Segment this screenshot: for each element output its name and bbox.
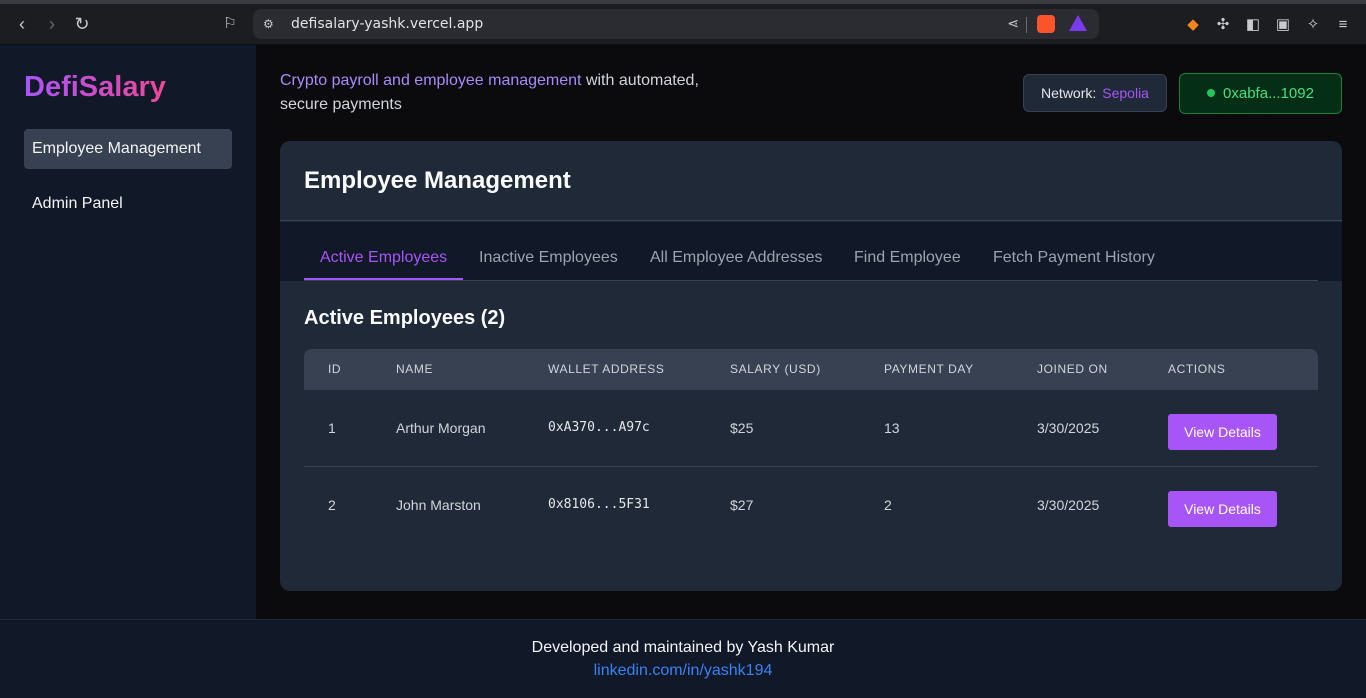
footer: Developed and maintained by Yash Kumar l…	[0, 619, 1366, 698]
table-row: 1 Arthur Morgan 0xA370...A97c $25 13 3/3…	[304, 390, 1318, 467]
browser-toolbar: ‹ › ↻ ⚐ ⚙ defisalary-yashk.vercel.app ⋖ …	[0, 0, 1366, 45]
share-icon[interactable]: ⋖	[1007, 15, 1019, 32]
network-badge[interactable]: Network: Sepolia	[1023, 74, 1167, 112]
cell-name: John Marston	[396, 497, 481, 513]
sidebar-item-employee-management[interactable]: Employee Management	[24, 129, 232, 169]
wallet-address: 0xabfa...1092	[1223, 85, 1314, 102]
extensions-icon[interactable]: ✣	[1214, 16, 1232, 34]
cell-joined: 3/30/2025	[1037, 420, 1100, 436]
column-header-actions: ACTIONS	[1168, 362, 1226, 376]
page-title: Employee Management	[304, 167, 571, 194]
card-header: Employee Management	[280, 141, 1342, 221]
connected-wallet-button[interactable]: 0xabfa...1092	[1179, 73, 1342, 114]
cell-name: Arthur Morgan	[396, 420, 486, 436]
tab-find-employee[interactable]: Find Employee	[854, 222, 961, 280]
column-header-joined: JOINED ON	[1037, 362, 1108, 376]
linkedin-link[interactable]: linkedin.com/in/yashk194	[0, 662, 1366, 680]
tagline: Crypto payroll and employee management w…	[280, 69, 720, 117]
url-text[interactable]: defisalary-yashk.vercel.app	[291, 16, 483, 32]
wallet-icon[interactable]: ▣	[1274, 16, 1292, 34]
view-details-button[interactable]: View Details	[1168, 491, 1277, 527]
metamask-icon[interactable]: ◆	[1184, 16, 1202, 34]
view-details-button[interactable]: View Details	[1168, 414, 1277, 450]
table-row: 2 John Marston 0x8106...5F31 $27 2 3/30/…	[304, 467, 1318, 542]
sidebar-item-admin-panel[interactable]: Admin Panel	[24, 184, 232, 224]
tab-active-employees[interactable]: Active Employees	[304, 222, 464, 280]
leo-icon[interactable]: ✧	[1304, 16, 1322, 34]
cell-joined: 3/30/2025	[1037, 497, 1100, 513]
column-header-id: ID	[328, 362, 342, 376]
tab-fetch-payment-history[interactable]: Fetch Payment History	[993, 222, 1155, 280]
sidebar-icon[interactable]: ◧	[1244, 16, 1262, 34]
reload-icon[interactable]: ↻	[71, 13, 93, 35]
address-bar[interactable]: ⚙ defisalary-yashk.vercel.app ⋖	[253, 9, 1099, 39]
brave-rewards-icon[interactable]	[1069, 15, 1087, 31]
bookmark-icon[interactable]: ⚐	[219, 13, 241, 35]
main-content: Crypto payroll and employee management w…	[256, 45, 1366, 619]
cell-id: 1	[328, 420, 336, 436]
divider	[1026, 17, 1027, 33]
cell-id: 2	[328, 497, 336, 513]
network-value: Sepolia	[1102, 85, 1149, 101]
column-header-payment-day: PAYMENT DAY	[884, 362, 974, 376]
cell-payment-day: 2	[884, 497, 892, 513]
section-title: Active Employees (2)	[304, 307, 506, 329]
tab-underline	[304, 280, 1318, 281]
tab-all-employee-addresses[interactable]: All Employee Addresses	[650, 222, 823, 280]
cell-salary: $27	[730, 497, 754, 513]
brave-shield-icon[interactable]	[1037, 15, 1055, 33]
forward-icon[interactable]: ›	[41, 13, 63, 35]
site-settings-icon[interactable]: ⚙	[263, 16, 279, 32]
tab-bar: Active Employees Inactive Employees All …	[280, 222, 1342, 281]
menu-icon[interactable]: ≡	[1334, 16, 1352, 34]
back-icon[interactable]: ‹	[11, 13, 33, 35]
column-header-salary: SALARY (USD)	[730, 362, 821, 376]
tab-inactive-employees[interactable]: Inactive Employees	[479, 222, 618, 280]
column-header-name: NAME	[396, 362, 434, 376]
employees-table: ID NAME WALLET ADDRESS SALARY (USD) PAYM…	[304, 349, 1318, 542]
cell-wallet: 0x8106...5F31	[548, 497, 650, 512]
network-label: Network:	[1041, 85, 1097, 101]
cell-payment-day: 13	[884, 420, 900, 436]
app-logo[interactable]: DefiSalary	[24, 71, 166, 104]
column-header-wallet: WALLET ADDRESS	[548, 362, 665, 376]
employee-management-card: Employee Management Active Employees Ina…	[280, 141, 1342, 591]
table-header: ID NAME WALLET ADDRESS SALARY (USD) PAYM…	[304, 349, 1318, 390]
footer-credit: Developed and maintained by Yash Kumar	[531, 639, 835, 656]
sidebar: DefiSalary Employee Management Admin Pan…	[0, 45, 256, 619]
cell-salary: $25	[730, 420, 754, 436]
connected-status-dot	[1207, 89, 1216, 97]
tagline-highlight: Crypto payroll and employee management	[280, 72, 582, 89]
cell-wallet: 0xA370...A97c	[548, 420, 650, 435]
